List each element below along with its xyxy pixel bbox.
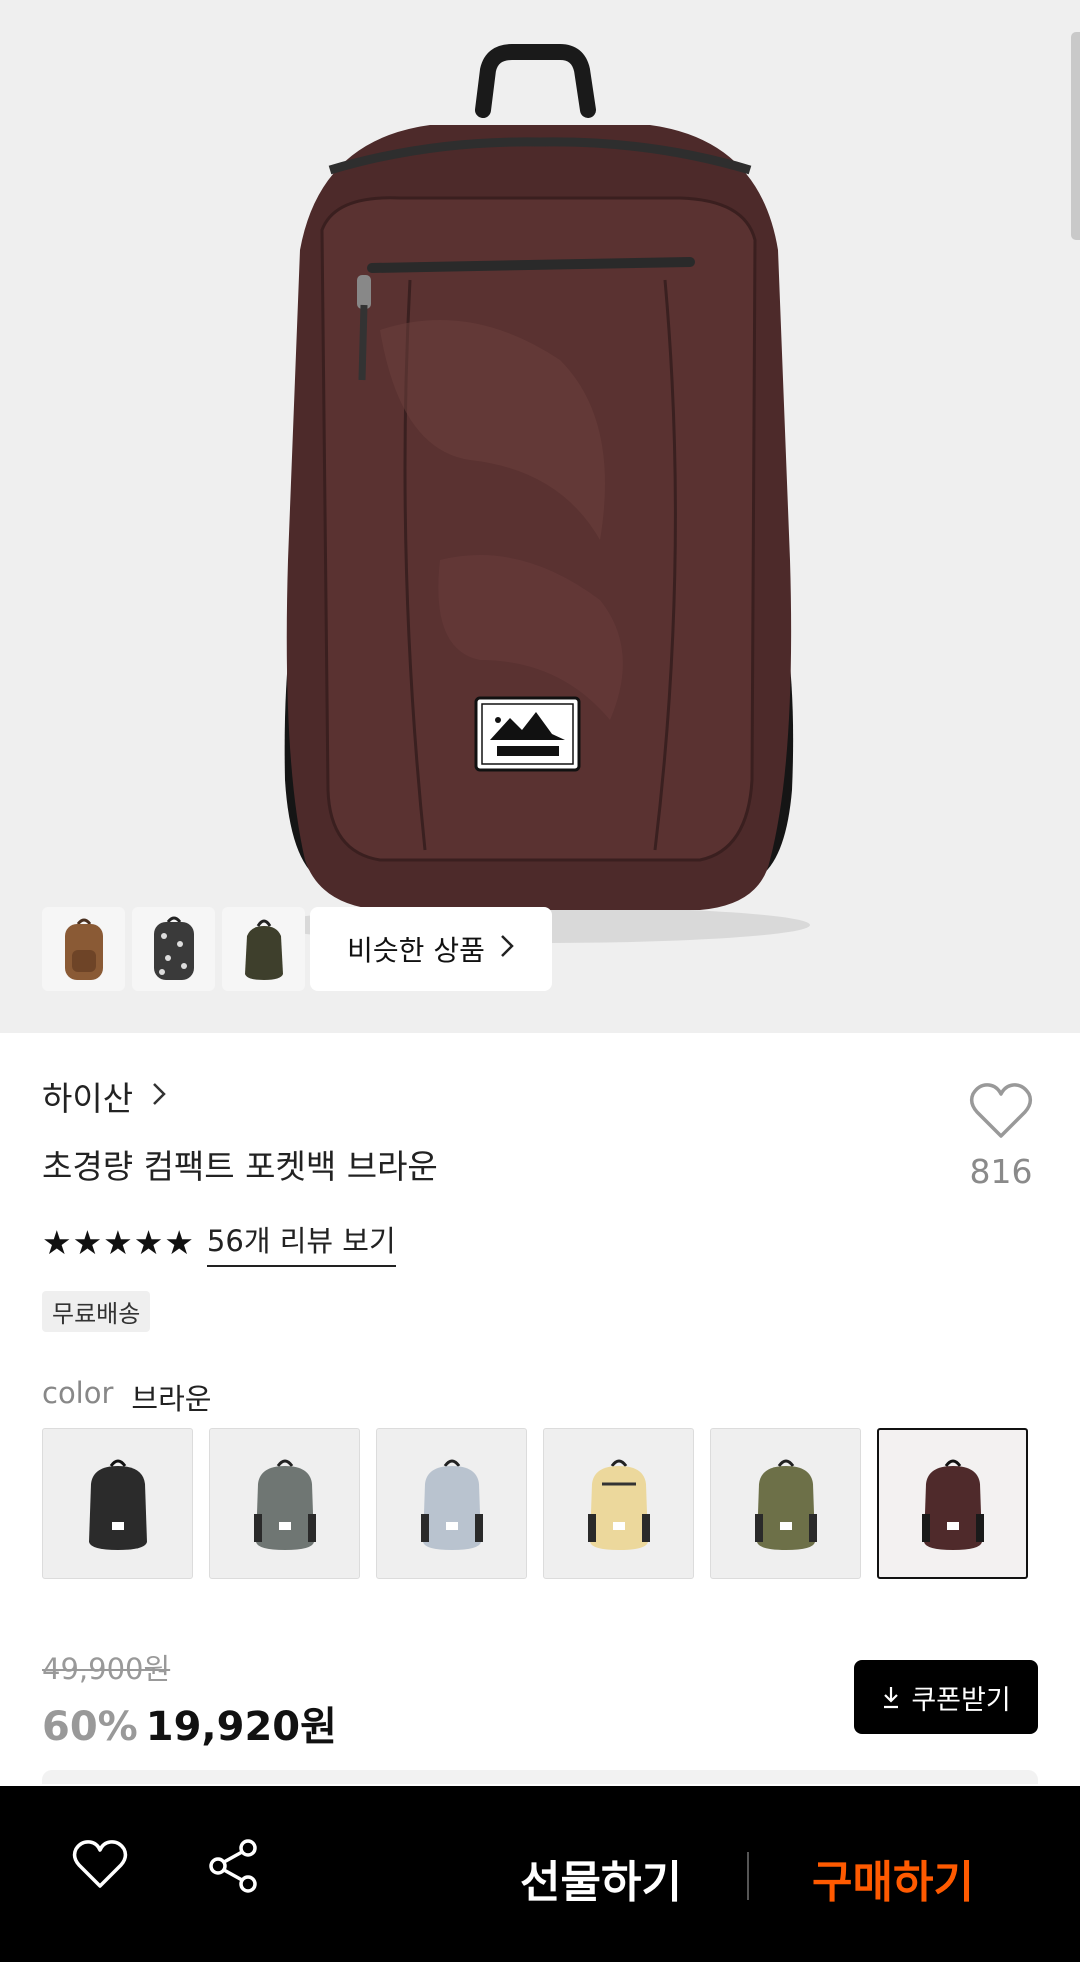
bottom-action-bar: 선물하기 구매하기: [0, 1786, 1080, 1962]
color-swatches: [42, 1428, 1028, 1579]
similar-products-button[interactable]: 비슷한 상품: [310, 907, 552, 991]
color-option-row: color 브라운: [42, 1376, 211, 1418]
section-divider: [42, 1770, 1038, 1784]
backpack-icon: [88, 1459, 147, 1550]
like-button[interactable]: 816: [960, 1082, 1042, 1191]
brand-link[interactable]: 하이산: [42, 1072, 167, 1120]
download-icon: [884, 1687, 899, 1709]
chevron-right-icon: [499, 932, 515, 967]
similar-products-label: 비슷한 상품: [347, 934, 485, 967]
swatch-yellow[interactable]: [543, 1428, 694, 1579]
backpack-icon: [253, 1459, 316, 1550]
swatch-sky[interactable]: [376, 1428, 527, 1579]
thumbnail-strip: [42, 907, 305, 991]
swatch-brown-selected[interactable]: [877, 1428, 1028, 1579]
thumbnail-olive[interactable]: [222, 907, 305, 991]
backpack-icon: [921, 1459, 984, 1550]
like-count: 816: [969, 1152, 1033, 1191]
share-button[interactable]: [206, 1838, 260, 1898]
swatch-black[interactable]: [42, 1428, 193, 1579]
review-link[interactable]: 56개 리뷰 보기: [206, 1218, 396, 1267]
thumbnail-patterned[interactable]: [132, 907, 215, 991]
backpack-icon: [587, 1459, 650, 1550]
coupon-button[interactable]: 쿠폰받기: [854, 1660, 1038, 1734]
heart-outline-icon: [72, 1840, 128, 1888]
product-title: 초경량 컴팩트 포켓백 브라운: [42, 1147, 438, 1186]
backpack-icon: [754, 1459, 817, 1550]
swatch-gray[interactable]: [209, 1428, 360, 1579]
product-image-backpack: [270, 44, 810, 943]
buy-button[interactable]: 구매하기: [812, 1846, 974, 1910]
backpack-icon: [244, 919, 283, 980]
wishlist-button[interactable]: [72, 1840, 128, 1894]
backpack-icon: [420, 1459, 483, 1550]
bottom-bar-separator: [747, 1852, 749, 1900]
product-detail-page: 비슷한 상품 하이산 초경량 컴팩트 포켓백 브라운 816 ★★★★★ 56개…: [0, 0, 1080, 1962]
rating-stars: ★★★★★: [42, 1223, 195, 1262]
share-icon: [209, 1839, 257, 1893]
swatch-khaki[interactable]: [710, 1428, 861, 1579]
free-shipping-badge: 무료배송: [42, 1291, 151, 1332]
scroll-indicator[interactable]: [1071, 32, 1080, 240]
product-image-area[interactable]: 비슷한 상품: [0, 0, 1080, 1033]
price-row: 60% 19,920원: [42, 1694, 337, 1752]
backpack-icon: [153, 916, 194, 980]
sale-price: 19,920원: [145, 1704, 337, 1750]
rating-row: ★★★★★ 56개 리뷰 보기: [42, 1218, 396, 1267]
coupon-label: 쿠폰받기: [911, 1684, 1011, 1716]
brand-name: 하이산: [42, 1079, 134, 1118]
color-value: 브라운: [131, 1382, 212, 1416]
gift-button[interactable]: 선물하기: [520, 1846, 682, 1910]
original-price: 49,900원: [42, 1652, 171, 1686]
thumbnail-brown[interactable]: [42, 907, 125, 991]
heart-outline-icon: [969, 1083, 1033, 1138]
chevron-right-icon: [151, 1077, 167, 1116]
color-label: color: [42, 1376, 114, 1410]
backpack-icon: [64, 918, 103, 980]
discount-rate: 60%: [42, 1704, 138, 1750]
